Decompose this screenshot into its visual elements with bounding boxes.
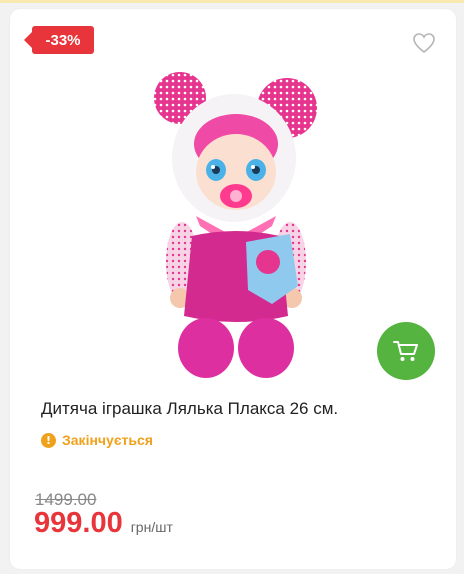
shopping-cart-icon xyxy=(393,341,418,361)
product-title[interactable]: Дитяча іграшка Лялька Плакса 26 см. xyxy=(41,399,431,419)
current-price: 999.00 xyxy=(34,507,123,539)
add-to-cart-button[interactable] xyxy=(377,322,435,380)
exclamation-circle-icon: ! xyxy=(41,432,56,448)
product-image[interactable] xyxy=(140,66,340,382)
discount-badge: -33% xyxy=(24,26,94,54)
price-unit: грн/шт xyxy=(130,519,173,535)
top-strip xyxy=(0,0,464,3)
price-row: 999.00 грн/шт xyxy=(34,507,173,540)
stock-status-label: Закінчується xyxy=(62,432,153,448)
stock-status: ! Закінчується xyxy=(41,432,153,448)
favorite-heart-icon[interactable] xyxy=(412,32,436,54)
